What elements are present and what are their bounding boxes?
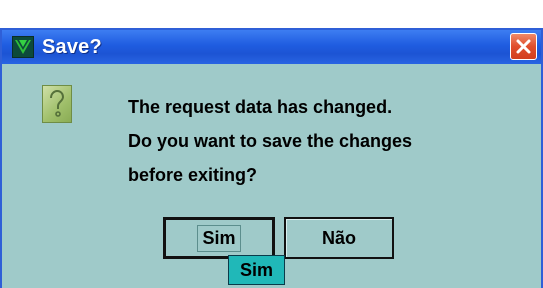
- title-bar[interactable]: Save?: [2, 30, 541, 64]
- yes-button-tooltip: Sim: [228, 255, 285, 285]
- message-line: before exiting?: [128, 165, 258, 185]
- dialog-title: Save?: [42, 35, 102, 58]
- message-line: Do you want to save the changes: [128, 131, 413, 151]
- no-button-label: Não: [321, 227, 356, 248]
- yes-button-label: Sim: [197, 224, 241, 252]
- message-line: The request data has changed.: [128, 97, 393, 117]
- close-icon: [516, 39, 531, 54]
- app-logo-icon: [12, 36, 34, 58]
- yes-button[interactable]: Sim: [163, 217, 275, 259]
- tooltip-text: Sim: [239, 259, 273, 280]
- dialog-message: The request data has changed. Do you wan…: [128, 90, 412, 192]
- close-button[interactable]: [510, 33, 537, 60]
- question-icon: [42, 85, 72, 123]
- no-button[interactable]: Não: [284, 217, 394, 259]
